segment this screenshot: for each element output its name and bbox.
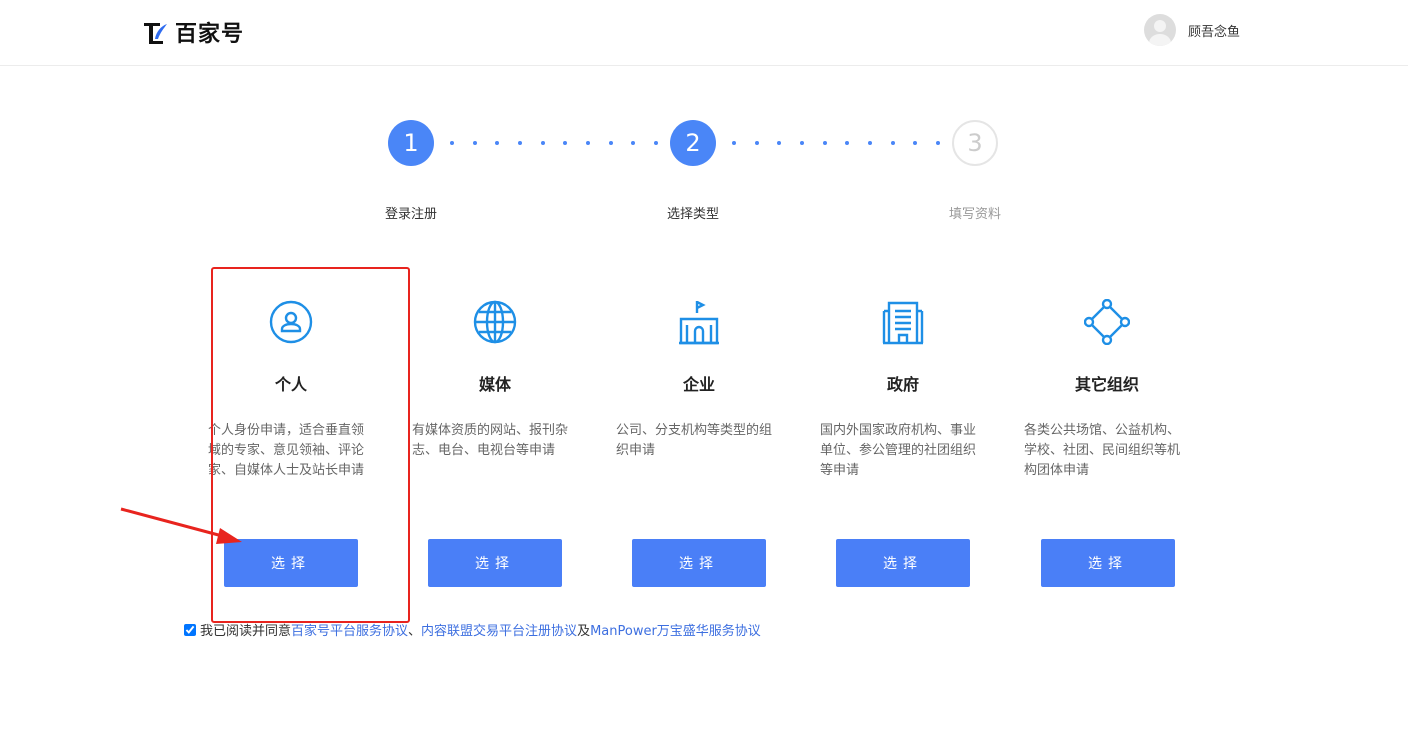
- card-title: 其它组织: [1017, 371, 1197, 395]
- card-desc: 个人身份申请，适合垂直领域的专家、意见领袖、评论家、自媒体人士及站长申请: [201, 421, 381, 481]
- header: 百家号 顾吾念鱼: [0, 0, 1408, 66]
- card-other-org: 其它组织 各类公共场馆、公益机构、学校、社团、民间组织等机构团体申请: [1017, 296, 1197, 481]
- step-connector-2: [732, 141, 940, 145]
- annotation-arrow-icon: [118, 504, 248, 548]
- and-text: 及: [577, 620, 590, 639]
- card-government: 政府 国内外国家政府机构、事业单位、参公管理的社团组织等申请: [813, 296, 993, 481]
- card-title: 企业: [609, 371, 789, 395]
- card-enterprise: 企业 公司、分支机构等类型的组织申请: [609, 296, 789, 461]
- card-title: 个人: [201, 371, 381, 395]
- card-desc: 有媒体资质的网站、报刊杂志、电台、电视台等申请: [405, 421, 585, 461]
- logo[interactable]: 百家号: [143, 16, 244, 48]
- content-alliance-agreement-link[interactable]: 内容联盟交易平台注册协议: [421, 620, 577, 639]
- step-connector-1: [450, 141, 658, 145]
- step-2-circle: 2: [670, 120, 716, 166]
- office-building-icon: [881, 299, 925, 345]
- card-title: 政府: [813, 371, 993, 395]
- agree-checkbox[interactable]: [184, 624, 196, 636]
- card-personal: 个人 个人身份申请，适合垂直领域的专家、意见领袖、评论家、自媒体人士及站长申请: [201, 296, 381, 481]
- logo-icon: [143, 20, 169, 44]
- step-1-circle: 1: [388, 120, 434, 166]
- card-desc: 公司、分支机构等类型的组织申请: [609, 421, 789, 461]
- step-1-label: 登录注册: [351, 203, 471, 222]
- step-3-label: 填写资料: [915, 203, 1035, 222]
- agreement-prefix: 我已阅读并同意: [200, 620, 291, 639]
- manpower-agreement-link[interactable]: ManPower万宝盛华服务协议: [590, 620, 761, 639]
- select-enterprise-button[interactable]: 选择: [632, 539, 766, 587]
- select-other-org-button[interactable]: 选择: [1041, 539, 1175, 587]
- select-media-button[interactable]: 选择: [428, 539, 562, 587]
- step-3-circle: 3: [952, 120, 998, 166]
- step-2-label: 选择类型: [633, 203, 753, 222]
- select-government-button[interactable]: 选择: [836, 539, 970, 587]
- card-desc: 各类公共场馆、公益机构、学校、社团、民间组织等机构团体申请: [1017, 421, 1197, 481]
- logo-text: 百家号: [175, 16, 244, 48]
- globe-icon: [473, 300, 517, 344]
- separator: 、: [408, 620, 421, 639]
- card-media: 媒体 有媒体资质的网站、报刊杂志、电台、电视台等申请: [405, 296, 585, 461]
- user-circle-icon: [269, 300, 313, 344]
- avatar: [1144, 14, 1176, 46]
- user-menu[interactable]: 顾吾念鱼: [1144, 14, 1240, 46]
- building-flag-icon: [677, 299, 721, 345]
- platform-service-agreement-link[interactable]: 百家号平台服务协议: [291, 620, 408, 639]
- card-desc: 国内外国家政府机构、事业单位、参公管理的社团组织等申请: [813, 421, 993, 481]
- user-name: 顾吾念鱼: [1188, 21, 1240, 40]
- card-title: 媒体: [405, 371, 585, 395]
- agreement: 我已阅读并同意 百家号平台服务协议 、 内容联盟交易平台注册协议 及 ManPo…: [184, 620, 761, 639]
- network-icon: [1084, 299, 1130, 345]
